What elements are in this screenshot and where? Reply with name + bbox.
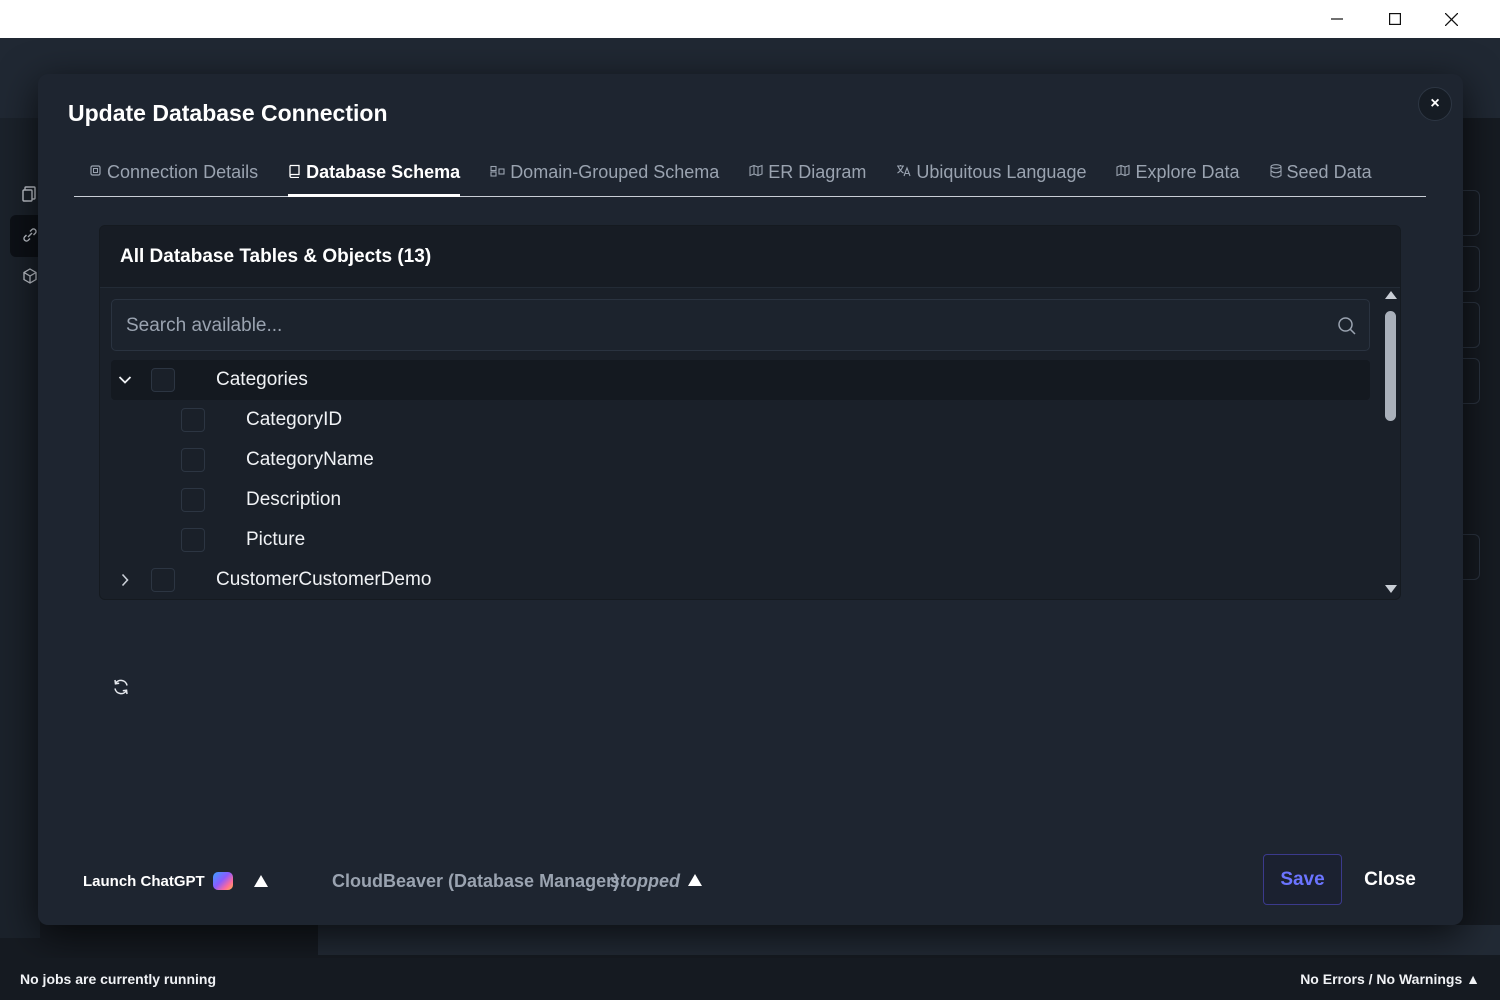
panel-header: All Database Tables & Objects (13) — [100, 226, 1400, 288]
panel-title: All Database Tables & Objects (13) — [120, 246, 432, 267]
background-strip — [318, 925, 1500, 955]
tree-scrollbar[interactable] — [1382, 289, 1400, 599]
scroll-down-icon[interactable] — [1385, 585, 1397, 593]
errors-status[interactable]: No Errors / No Warnings ▲ — [1300, 971, 1480, 987]
background-panel-edge — [1462, 534, 1480, 580]
tree-item-column[interactable]: CategoryID — [111, 400, 1370, 440]
tree-item-label: Categories — [216, 369, 308, 390]
modal-close-button[interactable]: × — [1418, 87, 1452, 121]
tab-bar: Connection Details Database Schema Domai… — [74, 150, 1426, 197]
chevron-down-icon[interactable] — [115, 370, 135, 390]
background-panel-edge — [1462, 246, 1480, 292]
refresh-icon[interactable] — [112, 678, 134, 700]
tab-label: Seed Data — [1286, 161, 1372, 182]
tab-domain-grouped-schema[interactable]: Domain-Grouped Schema — [475, 150, 734, 194]
tab-label: Domain-Grouped Schema — [510, 161, 720, 182]
tree-item-column[interactable]: Description — [111, 480, 1370, 520]
search-box — [111, 299, 1370, 351]
column-checkbox[interactable] — [181, 528, 205, 552]
tree-item-label: CategoryName — [246, 449, 374, 470]
column-checkbox[interactable] — [181, 408, 205, 432]
modal-footer: Launch ChatGPT CloudBeaver (Database Man… — [38, 854, 1463, 910]
tree-item-label: CustomerCustomerDemo — [216, 569, 432, 590]
save-button[interactable]: Save — [1263, 854, 1342, 905]
launch-label: Launch ChatGPT — [83, 872, 205, 890]
chip-icon — [89, 164, 102, 180]
table-checkbox[interactable] — [151, 368, 175, 392]
tab-database-schema[interactable]: Database Schema — [288, 150, 461, 197]
background-panel-edge — [1462, 190, 1480, 236]
tab-connection-details[interactable]: Connection Details — [74, 150, 273, 194]
modal-title: Update Database Connection — [68, 100, 388, 126]
book-icon — [288, 164, 301, 181]
chevron-right-icon[interactable] — [115, 570, 135, 590]
tree-item-column[interactable]: CategoryName — [111, 440, 1370, 480]
tab-label: Connection Details — [107, 161, 259, 182]
search-icon[interactable] — [1336, 315, 1358, 337]
launch-chatgpt-button[interactable]: Launch ChatGPT — [83, 872, 233, 890]
diagram-icon — [749, 164, 763, 180]
tab-label: Database Schema — [306, 161, 461, 182]
background-panel-edge — [1462, 358, 1480, 404]
caret-up-icon[interactable] — [688, 874, 702, 886]
schema-panel: All Database Tables & Objects (13) Categ… — [99, 225, 1401, 600]
tab-ubiquitous-language[interactable]: Ubiquitous Language — [881, 150, 1101, 194]
scroll-thumb[interactable] — [1385, 311, 1396, 421]
tree-item-label: Picture — [246, 529, 306, 550]
tab-explore-data[interactable]: Explore Data — [1101, 150, 1254, 194]
search-input[interactable] — [126, 312, 1306, 340]
background-panel-edge — [1462, 302, 1480, 348]
group-icon — [490, 165, 505, 180]
tree-item-column[interactable]: Picture — [111, 520, 1370, 560]
copilot-icon — [212, 872, 233, 890]
close-icon[interactable] — [1423, 0, 1480, 38]
status-bar: No jobs are currently running No Errors … — [0, 958, 1500, 1000]
window-titlebar — [0, 0, 1500, 38]
tab-label: ER Diagram — [768, 161, 867, 182]
tab-er-diagram[interactable]: ER Diagram — [734, 150, 881, 194]
translate-icon — [896, 164, 911, 180]
tree-item-table[interactable]: CustomerCustomerDemo — [111, 560, 1370, 599]
update-connection-modal: Update Database Connection × Connection … — [38, 74, 1463, 925]
tab-seed-data[interactable]: Seed Data — [1255, 150, 1387, 194]
map-icon — [1116, 164, 1131, 180]
scroll-up-icon[interactable] — [1385, 291, 1397, 299]
minimize-icon[interactable] — [1308, 0, 1365, 38]
column-checkbox[interactable] — [181, 448, 205, 472]
tree-item-label: CategoryID — [246, 409, 343, 430]
tab-label: Ubiquitous Language — [916, 161, 1087, 182]
tree-item-label: Description — [246, 489, 342, 510]
column-checkbox[interactable] — [181, 488, 205, 512]
caret-up-icon[interactable] — [254, 875, 268, 887]
cloudbeaver-label: CloudBeaver (Database Manager) — [332, 871, 620, 891]
tab-label: Explore Data — [1135, 161, 1240, 182]
maximize-icon[interactable] — [1366, 0, 1423, 38]
database-icon — [1269, 163, 1282, 181]
tree-item-table[interactable]: Categories — [111, 360, 1370, 400]
table-checkbox[interactable] — [151, 568, 175, 592]
close-button[interactable]: Close — [1356, 854, 1424, 905]
jobs-status: No jobs are currently running — [20, 971, 217, 987]
cloudbeaver-status: stopped — [610, 871, 680, 891]
